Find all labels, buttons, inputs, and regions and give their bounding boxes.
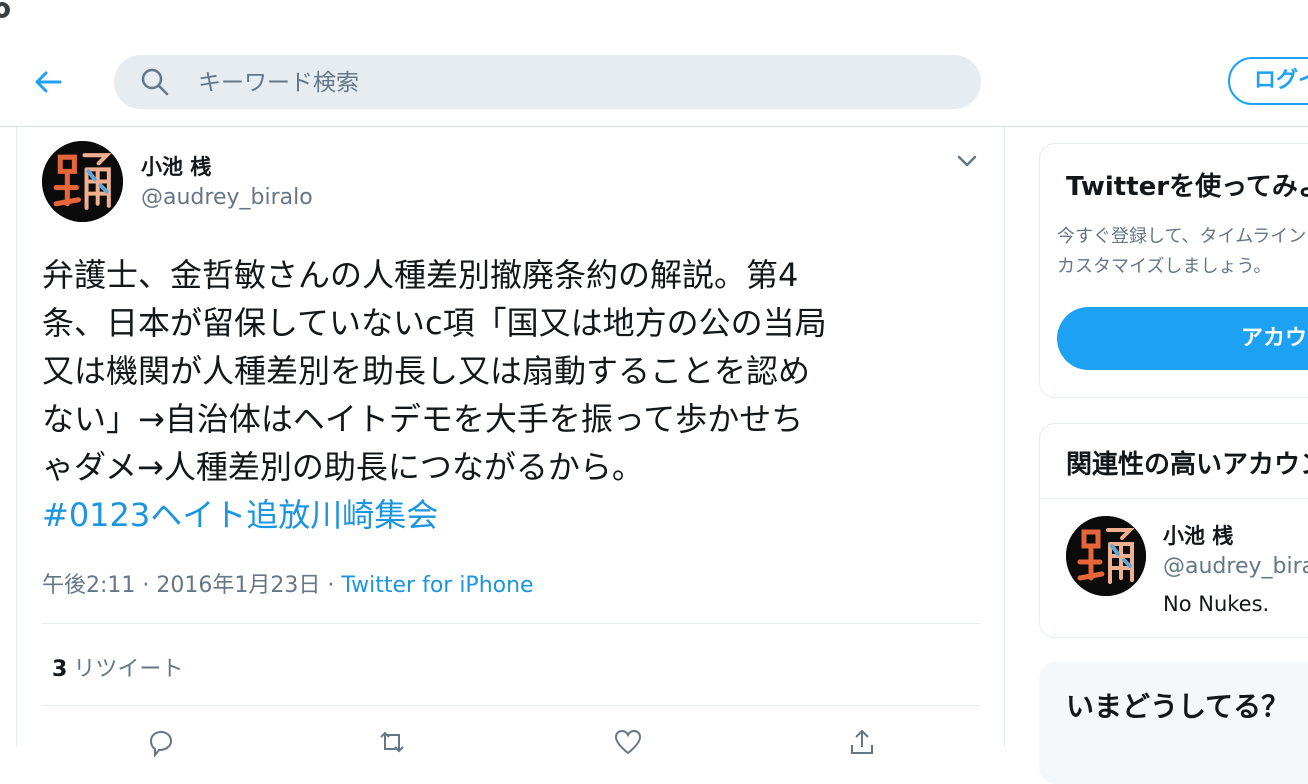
author-name[interactable]: 小池 桟 [141, 151, 211, 181]
trends-title: いまどうしてる？ [1066, 690, 1290, 723]
trends-card: いまどうしてる？ [1039, 662, 1308, 784]
related-avatar[interactable] [1066, 516, 1146, 596]
tweet-source-link[interactable]: Twitter for iPhone [341, 573, 533, 598]
create-account-button[interactable]: アカウント作成 [1057, 307, 1308, 370]
search-input[interactable] [196, 55, 960, 111]
chevron-down-icon[interactable] [955, 151, 979, 171]
avatar[interactable] [42, 141, 123, 222]
related-account-bio: No Nukes. [1163, 592, 1270, 616]
search-icon [141, 68, 169, 96]
tweet-timestamp[interactable]: 午後2:11 · 2016年1月23日 · [42, 573, 341, 598]
signup-description: 今すぐ登録して、タイムラインをカスタマイズしましょう。 [1057, 226, 1308, 277]
globe-icon [0, 2, 10, 18]
retweet-label: リツイート [73, 657, 184, 682]
reply-icon[interactable] [145, 727, 175, 757]
divider [42, 705, 980, 706]
divider [42, 623, 980, 624]
retweet-count[interactable]: 3 リツイート [52, 651, 183, 683]
author-handle[interactable]: @audrey_biralo [141, 185, 313, 210]
related-account-handle[interactable]: @audrey_biralo [1163, 554, 1308, 579]
like-icon[interactable] [613, 727, 643, 757]
avatar-image [1066, 516, 1146, 596]
divider [1040, 498, 1308, 499]
login-button[interactable]: ログイン [1228, 57, 1308, 105]
top-header: ログイン [0, 38, 1308, 127]
share-icon[interactable] [847, 727, 877, 757]
back-arrow-icon [35, 71, 62, 93]
related-title: 関連性の高いアカウント [1066, 450, 1308, 480]
retweet-icon[interactable] [377, 727, 407, 757]
tweet-text-line: 条、日本が留保していないc項「国又は地方の公の当局 [42, 304, 827, 342]
tweet-text: 弁護士、金哲敏さんの人種差別撤廃条約の解説。第4 条、日本が留保していないc項「… [42, 251, 982, 539]
search-box[interactable] [114, 55, 981, 111]
signup-title: Twitterを使ってみよう [1066, 172, 1308, 202]
tweet-text-line: 又は機関が人種差別を助長し又は扇動することを認め [42, 352, 811, 390]
tweet-text-line: ない」→自治体はヘイトデモを大手を振って歩かせち [42, 400, 804, 438]
tweet-column: 小池 桟 @audrey_biralo 弁護士、金哲敏さんの人種差別撤廃条約の解… [16, 127, 1005, 757]
related-account-name[interactable]: 小池 桟 [1163, 520, 1233, 550]
tweet-meta: 午後2:11 · 2016年1月23日 · Twitter for iPhone [42, 567, 534, 599]
hashtag-link[interactable]: #0123ヘイト追放川崎集会 [42, 496, 438, 534]
avatar-image [42, 141, 123, 222]
related-accounts-card: 関連性の高いアカウント 小池 桟 @audrey_biralo No Nukes… [1039, 423, 1308, 638]
back-button[interactable] [30, 64, 66, 100]
signup-card: Twitterを使ってみよう 今すぐ登録して、タイムラインをカスタマイズしましょ… [1039, 143, 1308, 398]
tweet-text-line: ゃダメ→人種差別の助長につながるから。 [42, 448, 644, 486]
browser-strip [0, 0, 1308, 39]
tweet-text-line: 弁護士、金哲敏さんの人種差別撤廃条約の解説。第4 [42, 256, 799, 294]
retweet-number: 3 [52, 657, 68, 682]
